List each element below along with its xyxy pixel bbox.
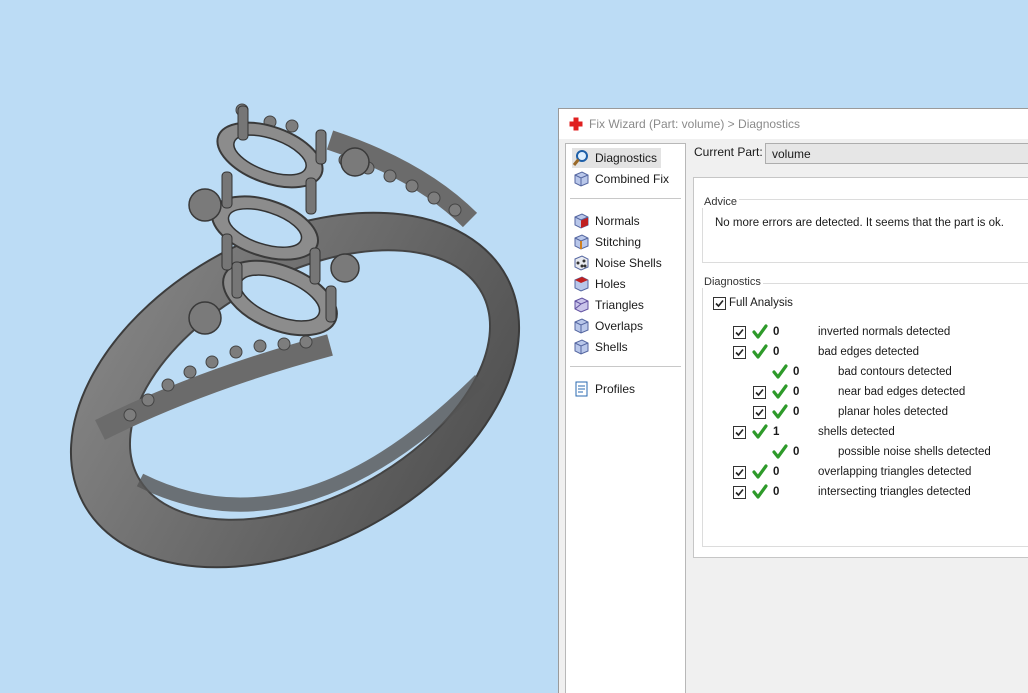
nav-item-combined-fix[interactable]: Combined Fix	[572, 169, 673, 189]
diagnostic-label: bad contours detected	[838, 366, 952, 378]
overlaps-cube-icon	[574, 318, 589, 334]
advice-text: No more errors are detected. It seems th…	[715, 217, 1004, 229]
advice-group	[702, 199, 1028, 263]
green-check-icon	[772, 444, 788, 459]
nav-item-stitching[interactable]: Stitching	[572, 232, 645, 252]
nav-item-shells[interactable]: Shells	[572, 337, 632, 357]
nav-item-label: Profiles	[595, 382, 636, 396]
nav-item-label: Combined Fix	[595, 172, 670, 186]
dialog-title: Fix Wizard (Part: volume) > Diagnostics	[589, 117, 801, 131]
nav-item-label: Holes	[595, 277, 626, 291]
diagnostic-count: 1	[773, 426, 780, 438]
noise-shells-icon	[574, 255, 589, 271]
green-check-icon	[752, 464, 768, 479]
bad-edges-checkbox[interactable]	[733, 346, 746, 359]
diagnostic-count: 0	[773, 346, 780, 358]
diagnostic-count: 0	[773, 326, 780, 338]
green-check-icon	[772, 404, 788, 419]
intersecting-triangles-checkbox[interactable]	[733, 486, 746, 499]
green-check-icon	[772, 384, 788, 399]
planar-holes-checkbox[interactable]	[753, 406, 766, 419]
nav-item-label: Noise Shells	[595, 256, 662, 270]
nav-item-triangles[interactable]: Triangles	[572, 295, 648, 315]
nav-item-diagnostics[interactable]: Diagnostics	[572, 148, 662, 168]
diagnostic-count: 0	[793, 366, 800, 378]
holes-cube-icon	[574, 276, 589, 292]
nav-item-label: Overlaps	[595, 319, 644, 333]
normals-cube-icon	[574, 213, 589, 229]
shells-cube-icon	[574, 339, 589, 355]
green-check-icon	[772, 364, 788, 379]
green-check-icon	[752, 484, 768, 499]
nav-item-label: Stitching	[595, 235, 642, 249]
magnifier-icon	[572, 150, 588, 166]
diagnostic-count: 0	[793, 386, 800, 398]
diagnostic-label: shells detected	[818, 426, 895, 438]
overlapping-triangles-checkbox[interactable]	[733, 466, 746, 479]
full-analysis-checkbox[interactable]	[713, 297, 726, 310]
wizard-nav-panel: Diagnostics Combined Fix Normals Stitchi…	[565, 143, 686, 693]
diagnostic-label: inverted normals detected	[818, 326, 951, 338]
nav-item-noise-shells[interactable]: Noise Shells	[572, 253, 666, 273]
nav-separator	[570, 366, 681, 367]
shells-checkbox[interactable]	[733, 426, 746, 439]
advice-group-title: Advice	[702, 196, 740, 208]
current-part-field[interactable]: volume	[765, 143, 1028, 164]
fix-wizard-cross-icon	[569, 117, 583, 131]
document-icon	[575, 381, 588, 397]
nav-item-overlaps[interactable]: Overlaps	[572, 316, 647, 336]
nav-item-label: Shells	[595, 340, 628, 354]
nav-separator	[570, 198, 681, 199]
diagnostic-count: 0	[793, 446, 800, 458]
diagnostics-group-title: Diagnostics	[702, 276, 763, 288]
nav-item-holes[interactable]: Holes	[572, 274, 630, 294]
fix-wizard-dialog: Fix Wizard (Part: volume) > Diagnostics …	[558, 108, 1028, 693]
diagnostic-label: bad edges detected	[818, 346, 920, 358]
current-part-label: Current Part:	[694, 145, 763, 159]
triangles-cube-icon	[574, 297, 589, 313]
nav-item-label: Normals	[595, 214, 640, 228]
nav-item-label: Triangles	[595, 298, 644, 312]
green-check-icon	[752, 324, 768, 339]
diagnostic-label: intersecting triangles detected	[818, 486, 971, 498]
nav-item-label: Diagnostics	[595, 151, 658, 165]
nav-item-normals[interactable]: Normals	[572, 211, 644, 231]
diagnostic-label: near bad edges detected	[838, 386, 966, 398]
diagnostic-count: 0	[773, 466, 780, 478]
diagnostic-label: overlapping triangles detected	[818, 466, 972, 478]
green-check-icon	[752, 424, 768, 439]
cube-icon	[574, 171, 589, 187]
dialog-titlebar[interactable]: Fix Wizard (Part: volume) > Diagnostics	[559, 109, 1028, 139]
diagnostic-label: possible noise shells detected	[838, 446, 991, 458]
stitching-cube-icon	[574, 234, 589, 250]
diagnostic-count: 0	[773, 486, 780, 498]
green-check-icon	[752, 344, 768, 359]
diagnostic-count: 0	[793, 406, 800, 418]
nav-item-profiles[interactable]: Profiles	[572, 379, 639, 399]
diagnostic-label: planar holes detected	[838, 406, 948, 418]
near-bad-edges-checkbox[interactable]	[753, 386, 766, 399]
inverted-normals-checkbox[interactable]	[733, 326, 746, 339]
full-analysis-label: Full Analysis	[729, 297, 793, 309]
